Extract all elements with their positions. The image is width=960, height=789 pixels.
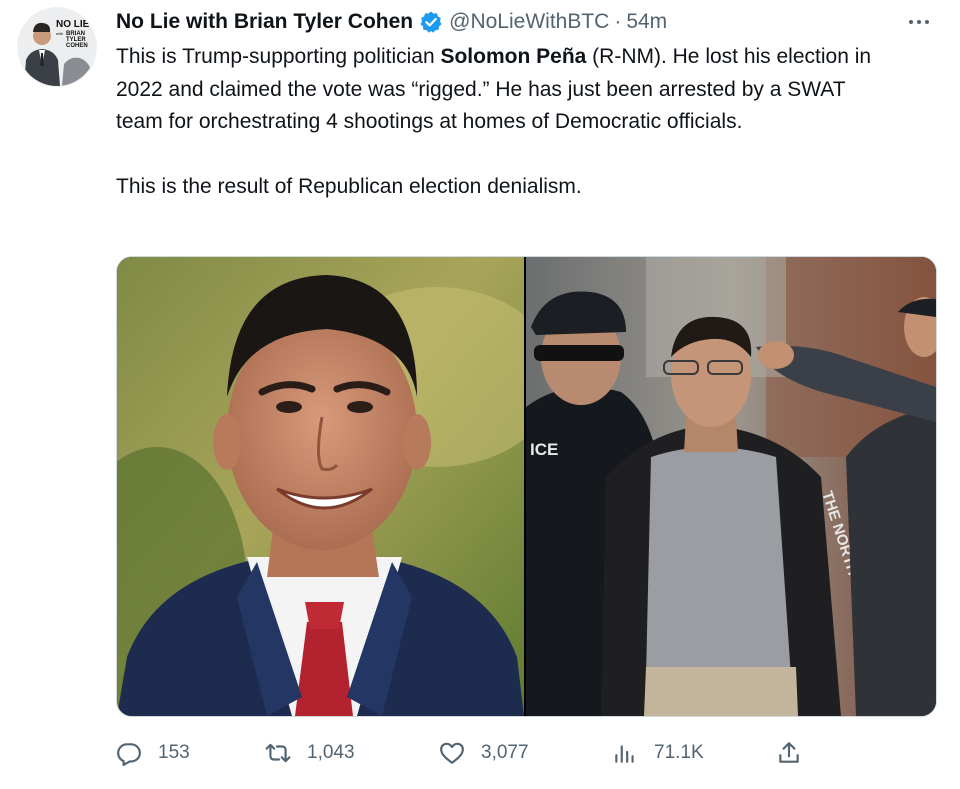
tweet-paragraph-1: This is Trump-supporting politician Solo… (116, 45, 872, 133)
reply-icon (116, 740, 142, 766)
more-icon[interactable] (904, 10, 934, 34)
retweet-action[interactable]: 1,043 (265, 737, 355, 769)
author-handle[interactable]: @NoLieWithBTC (449, 10, 609, 34)
share-action[interactable] (776, 737, 802, 769)
avatar-logo-line-1: NO LIE (56, 19, 90, 30)
views-chart-icon (612, 740, 638, 766)
media-photo-right[interactable]: ICE THE NORTH (526, 257, 936, 716)
like-action[interactable]: 3,077 (439, 737, 529, 769)
author-avatar[interactable]: NO LIE with BRIAN TYLER COHEN (17, 7, 97, 87)
reply-action[interactable]: 153 (116, 737, 190, 769)
views-action[interactable]: 71.1K (612, 737, 704, 769)
ice-vest-text: ICE (530, 440, 558, 459)
mentioned-name: Solomon Peña (440, 45, 587, 68)
tweet-header: No Lie with Brian Tyler Cohen @NoLieWith… (116, 8, 900, 36)
tweet-body: This is Trump-supporting politician Solo… (116, 41, 896, 203)
reply-count: 153 (158, 742, 190, 763)
share-icon (776, 740, 802, 766)
heart-icon (439, 740, 465, 766)
tweet-timestamp[interactable]: 54m (626, 10, 667, 34)
author-name[interactable]: No Lie with Brian Tyler Cohen (116, 10, 413, 34)
media-photo-left[interactable] (117, 257, 524, 716)
retweet-count: 1,043 (307, 742, 355, 763)
tweet-paragraph-2: This is the result of Republican electio… (116, 174, 582, 198)
like-count: 3,077 (481, 742, 529, 763)
header-separator: · (614, 10, 622, 33)
views-count: 71.1K (654, 742, 704, 763)
tweet-media: ICE THE NORTH (116, 256, 937, 717)
avatar-logo-line-2: with (56, 31, 63, 36)
verified-badge-icon (419, 10, 443, 34)
retweet-icon (265, 740, 291, 766)
avatar-logo-line-5: COHEN (66, 43, 88, 49)
